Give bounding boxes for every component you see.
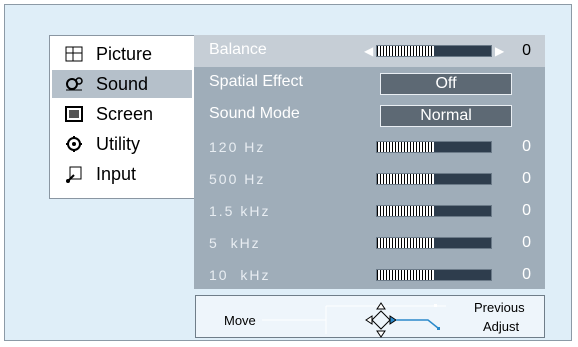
- previous-label: Previous: [474, 300, 525, 315]
- dpad-icon: [262, 302, 446, 338]
- eq-slider[interactable]: [376, 205, 492, 217]
- eq-slider[interactable]: [376, 173, 492, 185]
- eq-slider[interactable]: [376, 269, 492, 281]
- menu-item-utility[interactable]: Utility: [52, 130, 192, 158]
- menu-item-input[interactable]: Input: [52, 160, 192, 188]
- menu-item-sound[interactable]: Sound: [52, 70, 192, 98]
- eq-slider[interactable]: [376, 237, 492, 249]
- picture-icon: [64, 44, 86, 64]
- menu-item-label: Input: [96, 163, 137, 184]
- eq-label: 120 Hz: [209, 139, 266, 155]
- input-icon: [64, 164, 86, 184]
- eq-value: 0: [522, 202, 531, 219]
- navigation-help: Move Previous Adjust: [195, 295, 545, 338]
- eq-value: 0: [522, 266, 531, 283]
- eq-row-120hz[interactable]: 120 Hz 0: [194, 131, 545, 163]
- balance-label: Balance: [209, 41, 267, 58]
- menu-item-label: Screen: [96, 103, 154, 124]
- menu-item-picture[interactable]: Picture: [52, 40, 192, 68]
- utility-icon: [64, 134, 86, 154]
- eq-label: 10 kHz: [209, 267, 271, 283]
- eq-row-1-5khz[interactable]: 1.5 kHz 0: [194, 195, 545, 227]
- screen-icon: [64, 104, 86, 124]
- eq-row-10khz[interactable]: 10 kHz 0: [194, 259, 545, 291]
- sound-settings-panel: Balance ◀ ▶ 0 Spatial Effect Off Sound M…: [194, 35, 545, 289]
- eq-value: 0: [522, 234, 531, 251]
- spatial-effect-row[interactable]: Spatial Effect Off: [194, 67, 545, 99]
- menu-item-screen[interactable]: Screen: [52, 100, 192, 128]
- move-label: Move: [224, 313, 256, 328]
- menu-item-label: Utility: [96, 133, 140, 154]
- eq-label: 1.5 kHz: [209, 203, 271, 219]
- menu-item-label: Sound: [96, 73, 149, 94]
- eq-slider[interactable]: [376, 141, 492, 153]
- balance-row[interactable]: Balance ◀ ▶ 0: [194, 35, 545, 67]
- sound-mode-label: Sound Mode: [209, 105, 300, 122]
- menu-item-label: Picture: [96, 43, 153, 64]
- sound-icon: [64, 74, 86, 94]
- arrow-right-icon[interactable]: ▶: [495, 44, 504, 58]
- main-menu: Picture Sound Screen Utility Input: [49, 35, 195, 199]
- eq-row-5khz[interactable]: 5 kHz 0: [194, 227, 545, 259]
- adjust-label: Adjust: [483, 319, 520, 334]
- sound-mode-row[interactable]: Sound Mode Normal: [194, 99, 545, 131]
- spatial-effect-label: Spatial Effect: [209, 73, 303, 90]
- eq-value: 0: [522, 138, 531, 155]
- balance-value: 0: [522, 42, 531, 59]
- arrow-left-icon[interactable]: ◀: [364, 44, 373, 58]
- osd-frame: Picture Sound Screen Utility Input Balan…: [4, 4, 572, 341]
- eq-label: 500 Hz: [209, 171, 266, 187]
- spatial-effect-value[interactable]: Off: [380, 73, 512, 95]
- eq-row-500hz[interactable]: 500 Hz 0: [194, 163, 545, 195]
- eq-value: 0: [522, 170, 531, 187]
- balance-slider[interactable]: [376, 45, 492, 57]
- eq-label: 5 kHz: [209, 235, 261, 251]
- sound-mode-value[interactable]: Normal: [380, 105, 512, 127]
